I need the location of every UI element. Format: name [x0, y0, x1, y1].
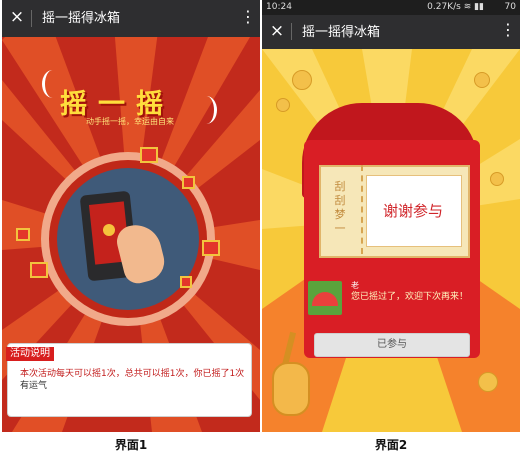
participated-button[interactable]: 已参与 — [314, 333, 470, 357]
gift-box-icon — [180, 276, 192, 288]
header-divider — [291, 23, 292, 40]
close-icon[interactable]: × — [8, 7, 26, 27]
activity-notice-text: 本次活动每天可以摇1次，总共可以摇1次，你已摇了1次 有运气 — [20, 368, 245, 392]
notice-tail: 有运气 — [20, 381, 48, 391]
more-options-icon[interactable]: ⋮ — [240, 8, 256, 26]
network-speed: 0.27K/s — [427, 2, 461, 12]
gold-coin-icon — [276, 98, 290, 112]
shake-wave-icon-right — [196, 96, 217, 124]
message-sender: 老 — [351, 281, 359, 290]
page-title: 摇一摇得冰箱 — [42, 11, 121, 26]
battery-icon: 70 — [504, 2, 516, 12]
close-icon[interactable]: × — [268, 21, 286, 41]
status-network: 0.27K/s ≋ ▮▮ — [427, 0, 484, 15]
message-text: 您已摇过了，欢迎下次再来！ — [351, 292, 469, 302]
gift-box-icon — [182, 176, 195, 189]
caption-screen-2: 界面2 — [374, 438, 408, 452]
gold-coin-icon — [490, 172, 504, 186]
activity-notice-tag: 活动说明 — [6, 347, 54, 361]
gift-box-icon — [16, 228, 30, 241]
status-bar: 10:24 0.27K/s ≋ ▮▮ 70 — [262, 0, 520, 15]
gift-box-icon — [30, 262, 48, 278]
page-title: 摇一摇得冰箱 — [302, 25, 381, 40]
gold-coin-icon — [474, 72, 490, 88]
status-time: 10:24 — [266, 2, 292, 12]
gold-coin-icon — [478, 372, 498, 392]
signal-icon: ≋ ▮▮ — [463, 2, 484, 12]
screen-2: 10:24 0.27K/s ≋ ▮▮ 70 × 摇一摇得冰箱 ⋮ 刮刮梦一 谢谢… — [262, 0, 520, 432]
gift-box-icon — [140, 147, 158, 163]
screen-2-header: × 摇一摇得冰箱 ⋮ — [262, 15, 520, 49]
more-options-icon[interactable]: ⋮ — [500, 21, 516, 39]
shake-subtitle: 动手摇一摇，幸运由自来 — [86, 117, 174, 126]
caption-screen-1: 界面1 — [114, 438, 148, 452]
guitar-illustration — [272, 362, 310, 416]
screen-1-header: × 摇一摇得冰箱 ⋮ — [2, 0, 260, 37]
coin-icon — [103, 224, 115, 236]
ticket-stub-text: 刮刮梦一 — [334, 180, 346, 235]
screen-1: × 摇一摇得冰箱 ⋮ 摇一摇 动手摇一摇，幸运由自来 活动说明 本次活动每天可以… — [2, 0, 260, 432]
gift-box-icon — [202, 240, 220, 256]
gold-coin-icon — [292, 70, 312, 90]
ticket-result-text: 谢谢参与 — [382, 202, 443, 220]
notice-body: 本次活动每天可以摇1次，总共可以摇1次，你已摇了1次 — [20, 369, 245, 379]
header-divider — [31, 10, 32, 27]
